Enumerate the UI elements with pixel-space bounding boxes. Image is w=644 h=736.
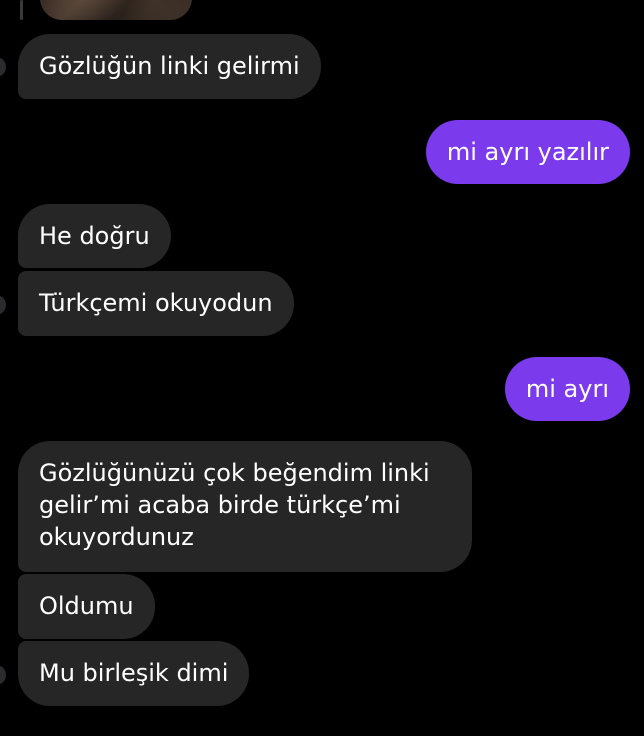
message-bubble-incoming[interactable]: Gözlüğün linki gelirmi (18, 34, 321, 99)
sender-avatar[interactable] (0, 295, 6, 315)
message-bubble-outgoing[interactable]: mi ayrı (504, 357, 630, 421)
message-bubble-outgoing[interactable]: mi ayrı yazılır (425, 120, 630, 184)
reply-thread-line (20, 0, 23, 20)
sender-avatar[interactable] (0, 57, 6, 77)
message-bubble-incoming[interactable]: Türkçemi okuyodun (18, 271, 294, 336)
message-bubble-incoming[interactable]: Mu birleşik dimi (18, 641, 250, 706)
photo-texture (40, 0, 192, 20)
shared-photo-preview[interactable] (40, 0, 192, 20)
message-bubble-incoming[interactable]: Oldumu (18, 574, 155, 639)
message-bubble-incoming[interactable]: Gözlüğünüzü çok beğendim linki gelir’mi … (18, 441, 472, 572)
sender-avatar[interactable] (0, 665, 6, 685)
message-bubble-incoming[interactable]: He doğru (18, 204, 171, 268)
